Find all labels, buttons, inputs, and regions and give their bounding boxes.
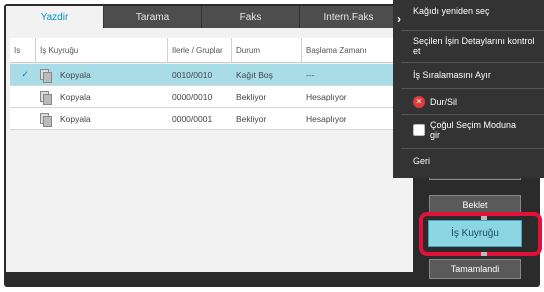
copy-job-icon [40, 68, 52, 83]
action-menu: › Kağıdı yeniden seç Seçilen İşin Detayl… [393, 0, 544, 178]
tab-faks[interactable]: Faks [202, 6, 300, 28]
copy-job-icon [40, 90, 52, 105]
row-progress: 0010/0010 [172, 69, 213, 80]
menu-item-multi-select[interactable]: Çoğul Seçim Moduna gir [413, 120, 539, 140]
header-start: Başlama Zamanı [306, 45, 367, 55]
menu-item-check-details[interactable]: Seçilen İşin Detaylarını kontrol et [413, 36, 539, 56]
menu-item-stop-delete[interactable]: ✕ Dur/Sil [413, 94, 539, 110]
menu-item-reselect-paper[interactable]: Kağıdı yeniden seç [413, 6, 533, 16]
table-row[interactable]: ✓ Kopyala 0010/0010 Kağıt Boş --- [10, 64, 413, 86]
tab-intern-faks[interactable]: Intern.Faks [300, 6, 398, 28]
stop-icon: ✕ [413, 96, 425, 108]
table-header: Is İş Kuyruğu Ilerle / Gruplar Durum Baş… [10, 38, 413, 63]
row-progress: 0000/0010 [172, 91, 213, 102]
tab-tarama[interactable]: Tarama [104, 6, 202, 28]
table-row[interactable]: Kopyala 0000/0010 Bekliyor Hesaplıyor [10, 86, 413, 108]
row-queue: Kopyala [60, 91, 91, 102]
header-status: Durum [232, 38, 302, 62]
highlight-outline [419, 212, 542, 256]
row-queue: Kopyala [60, 113, 91, 124]
row-start: Hesaplıyor [306, 91, 347, 102]
header-queue: İş Kuyruğu [36, 38, 168, 62]
copy-job-icon [40, 112, 52, 127]
row-start: --- [306, 69, 315, 80]
row-status: Bekliyor [236, 113, 267, 124]
header-progress: Ilerle / Gruplar [168, 38, 232, 62]
menu-item-back[interactable]: Geri [413, 154, 539, 168]
checkbox-icon [413, 124, 425, 136]
row-status: Bekliyor [236, 91, 267, 102]
row-start: Hesaplıyor [306, 113, 347, 124]
job-table: ✓ Kopyala 0010/0010 Kağıt Boş --- Kopyal… [10, 64, 413, 130]
chevron-right-icon: › [397, 12, 401, 26]
header-is: Is [10, 38, 36, 62]
menu-item-separate-order[interactable]: İş Sıralamasını Ayır [413, 68, 539, 82]
check-icon: ✓ [21, 69, 29, 79]
tamamlandi-button[interactable]: Tamamlandi [429, 259, 521, 279]
row-status: Kağıt Boş [236, 69, 273, 80]
job-status-screen: Yazdir Tarama Faks Intern.Faks Is İş Kuy… [0, 0, 544, 292]
row-queue: Kopyala [60, 69, 91, 80]
tab-bar: Yazdir Tarama Faks Intern.Faks [6, 6, 398, 28]
row-progress: 0000/0001 [172, 113, 213, 124]
table-row[interactable]: Kopyala 0000/0001 Bekliyor Hesaplıyor [10, 108, 413, 130]
separator-tick [481, 252, 487, 256]
tab-yazdir[interactable]: Yazdir [6, 6, 104, 28]
